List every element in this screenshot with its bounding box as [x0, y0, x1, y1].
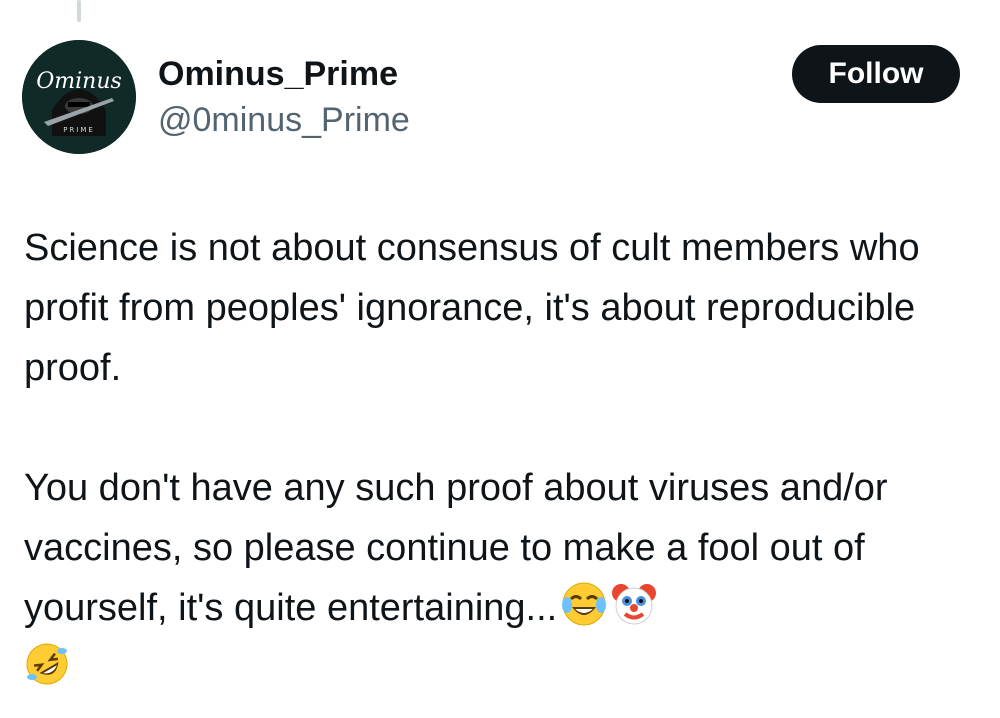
trailing-emoji-line — [24, 638, 984, 698]
author-handle[interactable]: @0minus_Prime — [158, 100, 410, 140]
tweet-paragraph-2-text: You don't have any such proof about viru… — [24, 467, 888, 629]
face-with-tears-of-joy-icon — [562, 582, 607, 626]
clown-face-icon — [612, 584, 657, 625]
tweet-header: Ominus PRIME Ominus_Prime @0minus_Prime … — [22, 40, 960, 154]
tweet-paragraph-2: You don't have any such proof about viru… — [24, 458, 984, 638]
follow-button[interactable]: Follow — [792, 45, 960, 103]
author-names: Ominus_Prime @0minus_Prime — [158, 54, 410, 140]
tweet-paragraph-1: Science is not about consensus of cult m… — [24, 227, 920, 389]
rolling-on-floor-laughing-icon — [26, 643, 68, 685]
avatar-ominus-logo: Ominus PRIME — [22, 40, 136, 154]
author-display-name[interactable]: Ominus_Prime — [158, 54, 410, 94]
avatar-logo-text: Ominus — [36, 69, 122, 94]
thread-connector-line — [77, 0, 81, 22]
avatar-sub-text: PRIME — [63, 126, 95, 134]
avatar[interactable]: Ominus PRIME — [22, 40, 136, 154]
tweet-body: Science is not about consensus of cult m… — [24, 218, 984, 698]
tweet: Ominus PRIME Ominus_Prime @0minus_Prime … — [0, 0, 1000, 718]
